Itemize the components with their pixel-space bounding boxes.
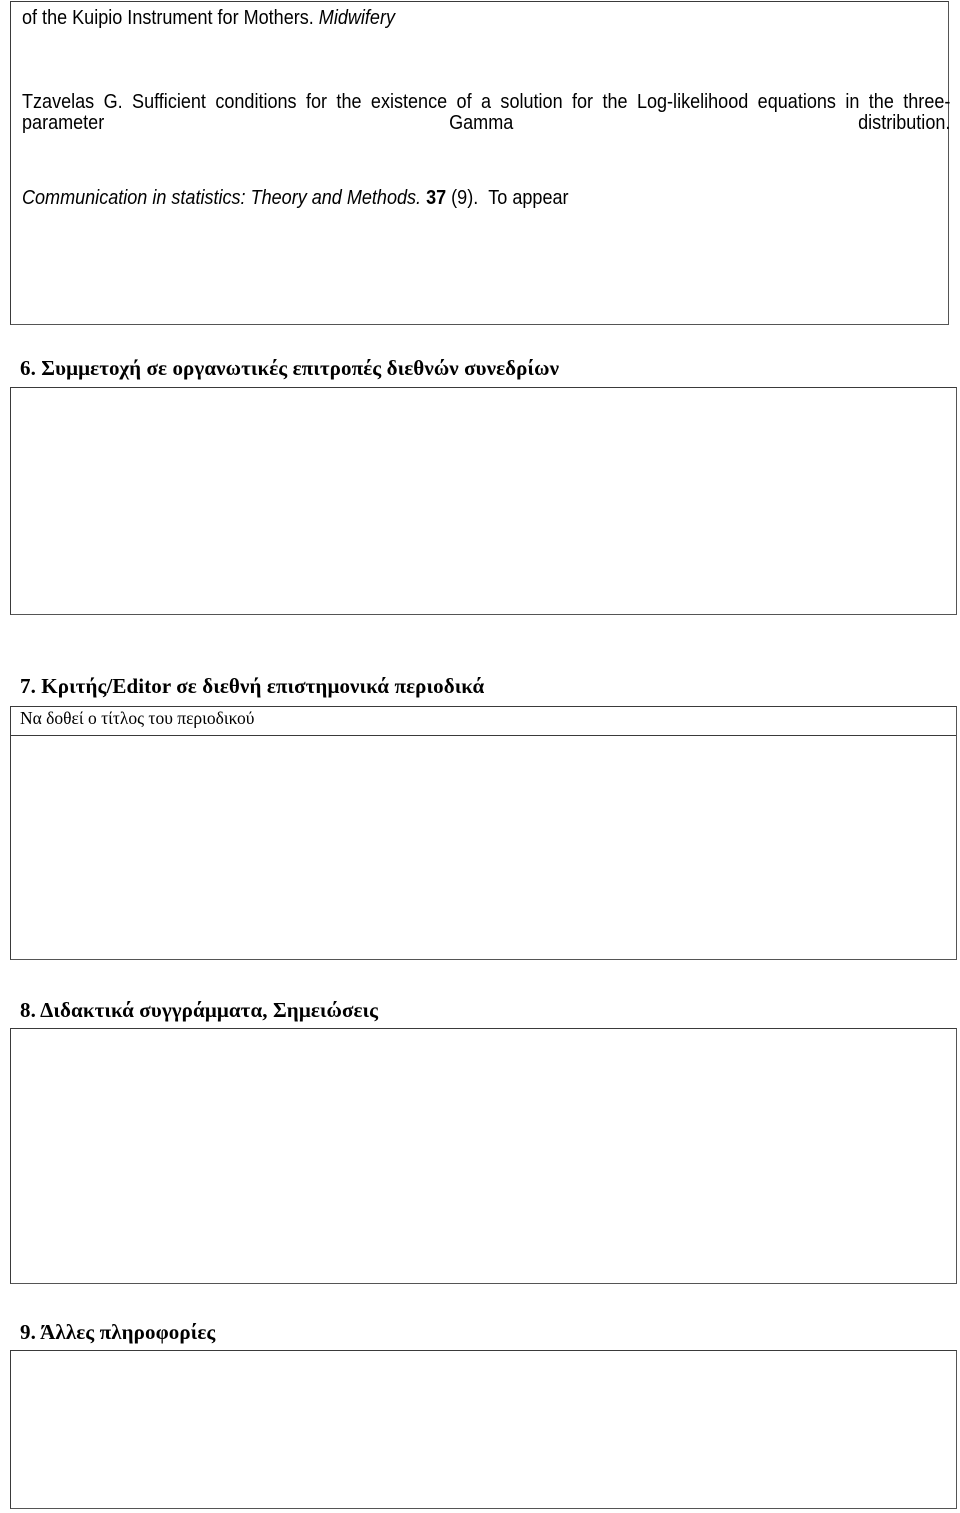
publications-continuation-box (10, 1, 949, 325)
publication-entry-2-journal: Communication in statistics: Theory and … (22, 186, 422, 209)
publication-entry-2-text: Tzavelas G. Sufficient conditions for th… (22, 90, 951, 134)
document-page: of the Kuipio Instrument for Mothers. Mi… (0, 0, 960, 1513)
section-7-table-header-label: Να δοθεί ο τίτλος του περιοδικού (20, 708, 255, 728)
publication-entry-1-text: of the Kuipio Instrument for Mothers. (22, 6, 314, 29)
section-8-heading: 8. Διδακτικά συγγράμματα, Σημειώσεις (20, 998, 379, 1022)
publication-entry-2-volume: 37 (426, 186, 447, 209)
publication-entry-1-journal: Midwifery (318, 6, 395, 29)
publication-entry-1: of the Kuipio Instrument for Mothers. Mi… (22, 6, 395, 29)
section-7-heading: 7. Κριτής/Editor σε διεθνή επιστημονικά … (20, 674, 485, 698)
publication-entry-2-status: To appear (488, 186, 569, 209)
section-9-heading: 9. Άλλες πληροφορίες (20, 1320, 216, 1344)
publication-entry-2-issue: (9). (451, 186, 479, 209)
section-8-content-box[interactable] (10, 1028, 957, 1284)
section-6-heading: 6. Συμμετοχή σε οργανωτικές επιτροπές δι… (20, 356, 560, 380)
publication-entry-2-source: Communication in statistics: Theory and … (22, 186, 569, 209)
section-9-content-box[interactable] (10, 1350, 957, 1509)
section-7-table-header-row: Να δοθεί ο τίτλος του περιοδικού (11, 707, 956, 736)
section-6-content-box[interactable] (10, 387, 957, 615)
section-7-content-box[interactable]: Να δοθεί ο τίτλος του περιοδικού (10, 706, 957, 960)
